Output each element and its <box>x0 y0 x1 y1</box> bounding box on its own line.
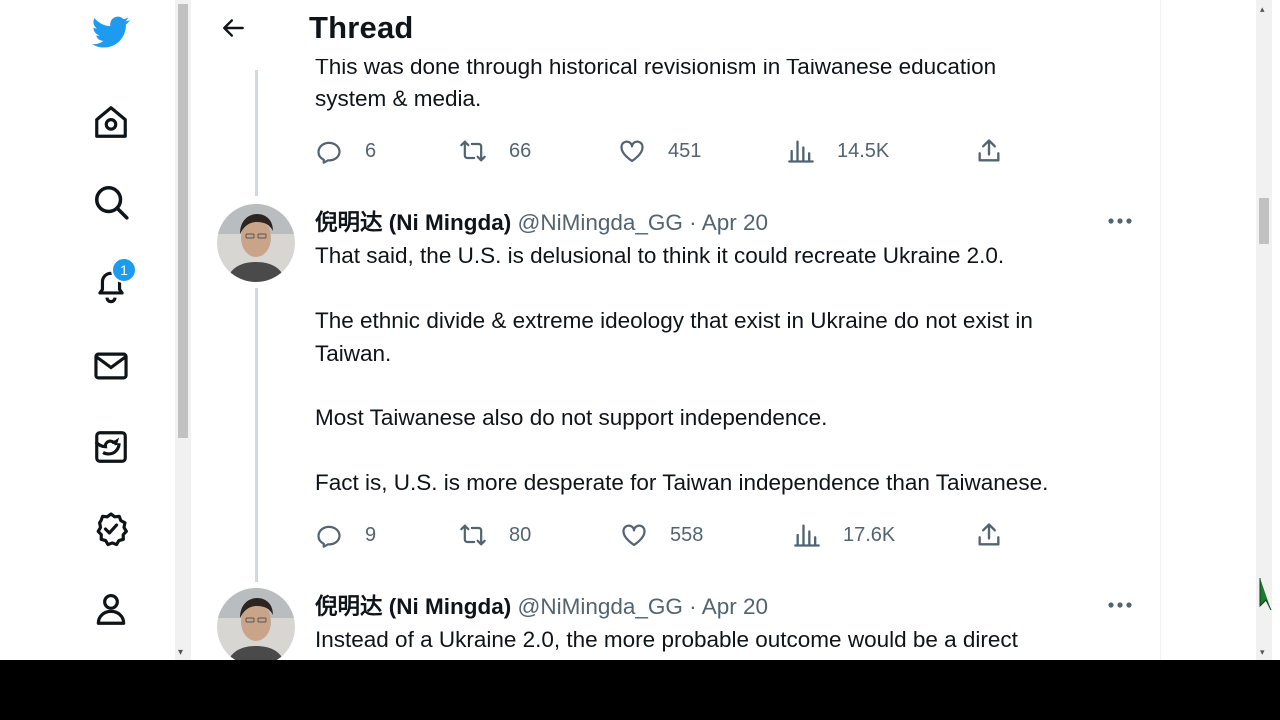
page-scrollbar-thumb[interactable] <box>1259 198 1269 244</box>
browser-viewport: 1 ▾ Thread This was done through histori… <box>0 0 1280 660</box>
views-button[interactable]: 14.5K <box>787 134 889 168</box>
mouse-cursor-icon <box>1259 578 1272 611</box>
separator-dot: · <box>689 210 697 235</box>
sidebar-scrollbar[interactable]: ▾ <box>175 0 191 660</box>
tweet-date[interactable]: Apr 20 <box>702 594 768 619</box>
scroll-down-arrow-icon[interactable]: ▾ <box>1260 647 1265 658</box>
home-icon[interactable] <box>86 97 136 147</box>
views-count: 14.5K <box>837 139 890 162</box>
thread-connector-line <box>255 288 258 582</box>
thread-header: Thread <box>191 0 1160 56</box>
author-name[interactable]: 倪明达 (Ni Mingda) <box>315 594 511 619</box>
views-button[interactable]: 17.6K <box>793 518 895 552</box>
page-scrollbar[interactable]: ▴ ▾ <box>1256 0 1272 660</box>
notifications-badge: 1 <box>111 257 137 283</box>
tweet-paragraph: The ethnic divide & extreme ideology tha… <box>315 308 1033 366</box>
retweet-count: 66 <box>509 139 532 162</box>
thread-column: Thread This was done through historical … <box>191 0 1161 660</box>
views-count: 17.6K <box>843 523 896 546</box>
reply-button[interactable]: 6 <box>315 134 376 168</box>
reply-button[interactable]: 9 <box>315 518 376 552</box>
tweet-actions: 6 66 451 14.5K <box>315 134 1015 168</box>
separator-dot: · <box>689 594 697 619</box>
page-title: Thread <box>309 10 414 45</box>
like-button[interactable]: 451 <box>618 134 701 168</box>
retweet-count: 80 <box>509 523 532 546</box>
like-count: 451 <box>668 139 702 162</box>
share-icon[interactable] <box>975 518 1025 552</box>
like-button[interactable]: 558 <box>620 518 703 552</box>
tweet-header: 倪明达 (Ni Mingda) @NiMingda_GG · Apr 20 <box>315 205 768 237</box>
tweet-actions: 9 80 558 17.6K <box>315 518 1015 552</box>
tweet-paragraph: That said, the U.S. is delusional to thi… <box>315 243 1005 268</box>
tweet-paragraph: Most Taiwanese also do not support indep… <box>315 405 828 430</box>
like-count: 558 <box>670 523 704 546</box>
search-icon[interactable] <box>86 177 136 227</box>
twitter-logo-icon[interactable] <box>86 7 136 57</box>
scroll-up-arrow-icon[interactable]: ▴ <box>1260 4 1265 15</box>
tweet-date[interactable]: Apr 20 <box>702 210 768 235</box>
tweet-header: 倪明达 (Ni Mingda) @NiMingda_GG · Apr 20 <box>315 589 768 621</box>
messages-envelope-icon[interactable] <box>86 341 136 391</box>
author-handle[interactable]: @NiMingda_GG <box>518 594 683 619</box>
avatar[interactable] <box>217 204 295 282</box>
tweet-text: Instead of a Ukraine 2.0, the more proba… <box>315 627 1018 652</box>
profile-icon[interactable] <box>86 584 136 634</box>
thread-connector-line <box>255 70 258 196</box>
retweet-button[interactable]: 66 <box>459 134 531 168</box>
retweet-button[interactable]: 80 <box>459 518 531 552</box>
more-options-icon[interactable] <box>1105 595 1135 615</box>
reply-count: 9 <box>365 523 377 546</box>
author-name[interactable]: 倪明达 (Ni Mingda) <box>315 210 511 235</box>
verified-badge-icon[interactable] <box>86 504 136 554</box>
sidebar-scrollbar-thumb[interactable] <box>178 4 188 438</box>
avatar[interactable] <box>217 588 295 660</box>
lists-icon[interactable] <box>86 422 136 472</box>
back-arrow-icon[interactable] <box>217 11 251 45</box>
tweet-paragraph: Fact is, U.S. is more desperate for Taiw… <box>315 470 1049 495</box>
author-handle[interactable]: @NiMingda_GG <box>518 210 683 235</box>
reply-count: 6 <box>365 139 377 162</box>
more-options-icon[interactable] <box>1105 211 1135 231</box>
scroll-down-arrow-icon[interactable]: ▾ <box>178 647 183 658</box>
share-icon[interactable] <box>975 134 1025 168</box>
tweet-text: system & media. <box>315 86 482 111</box>
sidebar-nav: 1 <box>0 0 175 660</box>
